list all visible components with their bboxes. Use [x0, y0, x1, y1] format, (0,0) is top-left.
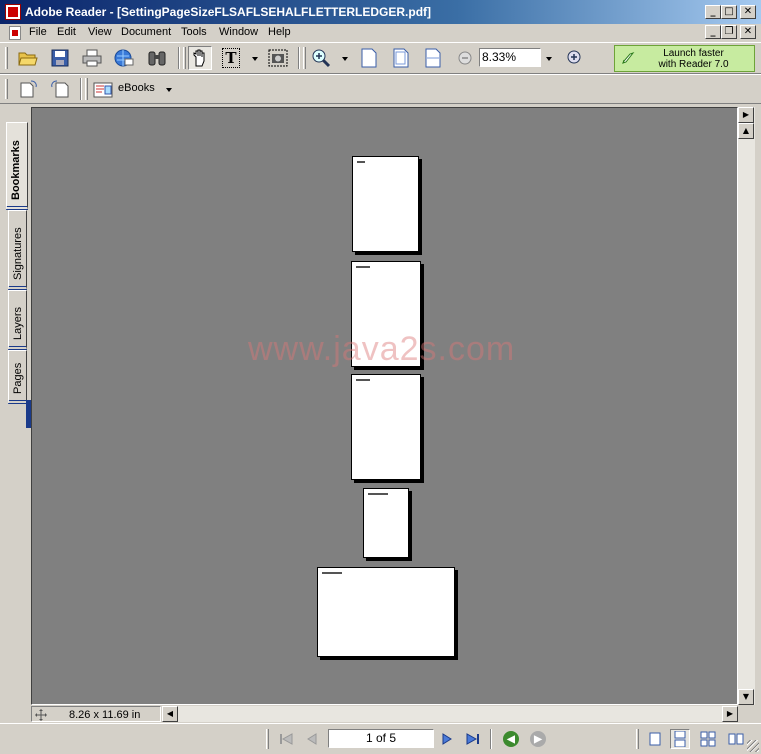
binoculars-icon[interactable]: [145, 46, 169, 70]
menu-bar: File Edit View Document Tools Window Hel…: [0, 24, 761, 42]
title-bar: Adobe Reader - [SettingPageSizeFLSAFLSEH…: [0, 0, 761, 24]
menu-tools[interactable]: Tools: [181, 26, 207, 38]
page-thumbnail[interactable]: [363, 488, 409, 558]
next-page-icon[interactable]: [437, 729, 457, 749]
launch-line-1: Launch faster: [663, 48, 724, 59]
zoom-in-icon[interactable]: [562, 45, 586, 69]
rocket-icon: [622, 52, 635, 64]
launch-line-2: with Reader 7.0: [658, 59, 729, 70]
tab-pages[interactable]: Pages: [8, 350, 27, 404]
tab-signatures-label: Signatures: [12, 227, 24, 280]
snapshot-icon[interactable]: [266, 46, 290, 70]
page-size-text: 8.26 x 11.69 in: [69, 709, 141, 721]
toolbar-grip[interactable]: [636, 729, 639, 749]
doc-minimize-button[interactable]: _: [705, 25, 721, 39]
resize-grip[interactable]: [747, 740, 759, 752]
toolbar-grip[interactable]: [183, 47, 186, 69]
tab-bookmarks[interactable]: Bookmarks: [6, 122, 28, 210]
tab-layers-label: Layers: [12, 306, 24, 340]
toolbar-separator: [298, 47, 300, 69]
single-page-layout-icon[interactable]: [645, 729, 665, 749]
continuous-facing-layout-icon[interactable]: [726, 729, 746, 749]
scroll-down-arrow-icon[interactable]: ▼: [738, 689, 754, 705]
scroll-left-arrow-icon[interactable]: ◀: [162, 706, 178, 722]
horizontal-scrollbar[interactable]: ◀ ▶: [162, 706, 738, 722]
toolbar-separator: [490, 729, 492, 749]
last-page-icon[interactable]: [463, 729, 483, 749]
move-arrows-icon[interactable]: [35, 709, 47, 721]
maximize-button[interactable]: □: [721, 5, 737, 19]
tab-layers[interactable]: Layers: [8, 290, 27, 350]
page-thumbnail[interactable]: [352, 156, 419, 252]
go-forward-icon[interactable]: ▶: [528, 729, 548, 749]
hand-tool-icon[interactable]: [188, 46, 212, 70]
text-select-icon[interactable]: T: [219, 46, 243, 70]
tab-pages-label: Pages: [12, 362, 24, 394]
open-icon[interactable]: [16, 46, 40, 70]
menu-view[interactable]: View: [88, 26, 112, 38]
menu-document[interactable]: Document: [121, 26, 171, 38]
ebooks-icon: [93, 82, 113, 98]
tab-signatures[interactable]: Signatures: [8, 210, 27, 290]
ebooks-label: eBooks: [118, 82, 155, 94]
email-icon[interactable]: [112, 46, 136, 70]
window-title: Adobe Reader - [SettingPageSizeFLSAFLSEH…: [25, 5, 432, 19]
horizontal-bar: 8.26 x 11.69 in ◀ ▶: [31, 705, 738, 723]
zoom-tool-dropdown-arrow[interactable]: [342, 57, 348, 61]
fit-page-icon[interactable]: [389, 46, 413, 70]
menu-file[interactable]: File: [29, 26, 47, 38]
fit-width-icon[interactable]: [421, 46, 445, 70]
rotate-counterclockwise-icon[interactable]: [48, 77, 72, 101]
toolbar-grip[interactable]: [85, 78, 88, 100]
text-select-glyph: T: [222, 48, 240, 68]
text-select-dropdown-arrow[interactable]: [252, 57, 258, 61]
navigation-tabs: Bookmarks Signatures Layers Pages: [0, 104, 32, 724]
menu-window[interactable]: Window: [219, 26, 258, 38]
watermark: www.java2s.com: [248, 330, 516, 368]
page-thumbnail[interactable]: [351, 374, 421, 480]
close-button[interactable]: ✕: [740, 5, 756, 19]
adobe-reader-icon: [5, 4, 21, 20]
toolbar-grip[interactable]: [5, 47, 8, 69]
minimize-button[interactable]: _: [705, 5, 721, 19]
zoom-out-icon[interactable]: [453, 46, 477, 70]
zoom-level-dropdown-arrow[interactable]: [546, 57, 552, 61]
page-size-box: 8.26 x 11.69 in: [31, 706, 161, 722]
ebooks-button[interactable]: eBooks: [91, 78, 177, 100]
tab-bookmarks-label: Bookmarks: [10, 140, 22, 200]
document-view[interactable]: www.java2s.com: [31, 107, 738, 705]
toolbar-grip[interactable]: [5, 79, 8, 99]
page-number-input[interactable]: 1 of 5: [328, 729, 434, 748]
scroll-up-arrow-icon[interactable]: ▲: [738, 123, 754, 139]
launch-faster-button[interactable]: Launch faster with Reader 7.0: [614, 45, 755, 72]
print-icon[interactable]: [80, 46, 104, 70]
rotate-page-icon[interactable]: [16, 77, 40, 101]
first-page-icon[interactable]: [276, 729, 296, 749]
scroll-right-arrow-icon[interactable]: ▶: [722, 706, 738, 722]
vertical-scrollbar[interactable]: ▶ ▲ ▼: [738, 107, 755, 705]
go-back-icon[interactable]: ◀: [501, 729, 521, 749]
zoom-in-tool-icon[interactable]: [309, 46, 333, 70]
document-icon[interactable]: [9, 26, 21, 40]
ebooks-dropdown-arrow[interactable]: [166, 88, 172, 92]
facing-layout-icon[interactable]: [698, 729, 718, 749]
actual-size-icon[interactable]: [357, 46, 381, 70]
continuous-layout-icon[interactable]: [670, 729, 690, 749]
toolbar-grip[interactable]: [303, 47, 306, 69]
scroll-right-arrow-icon[interactable]: ▶: [738, 107, 754, 123]
page-thumbnail[interactable]: [317, 567, 455, 657]
previous-page-icon[interactable]: [302, 729, 322, 749]
doc-restore-button[interactable]: ❐: [721, 25, 737, 39]
menu-edit[interactable]: Edit: [57, 26, 76, 38]
toolbar-grip[interactable]: [266, 729, 269, 749]
toolbar-separator: [80, 78, 82, 100]
zoom-level-input[interactable]: 8.33%: [479, 48, 541, 67]
save-icon[interactable]: [48, 46, 72, 70]
status-bar: 1 of 5 ◀ ▶: [0, 723, 761, 754]
menu-help[interactable]: Help: [268, 26, 291, 38]
doc-close-button[interactable]: ✕: [740, 25, 756, 39]
toolbar-separator: [178, 47, 180, 69]
